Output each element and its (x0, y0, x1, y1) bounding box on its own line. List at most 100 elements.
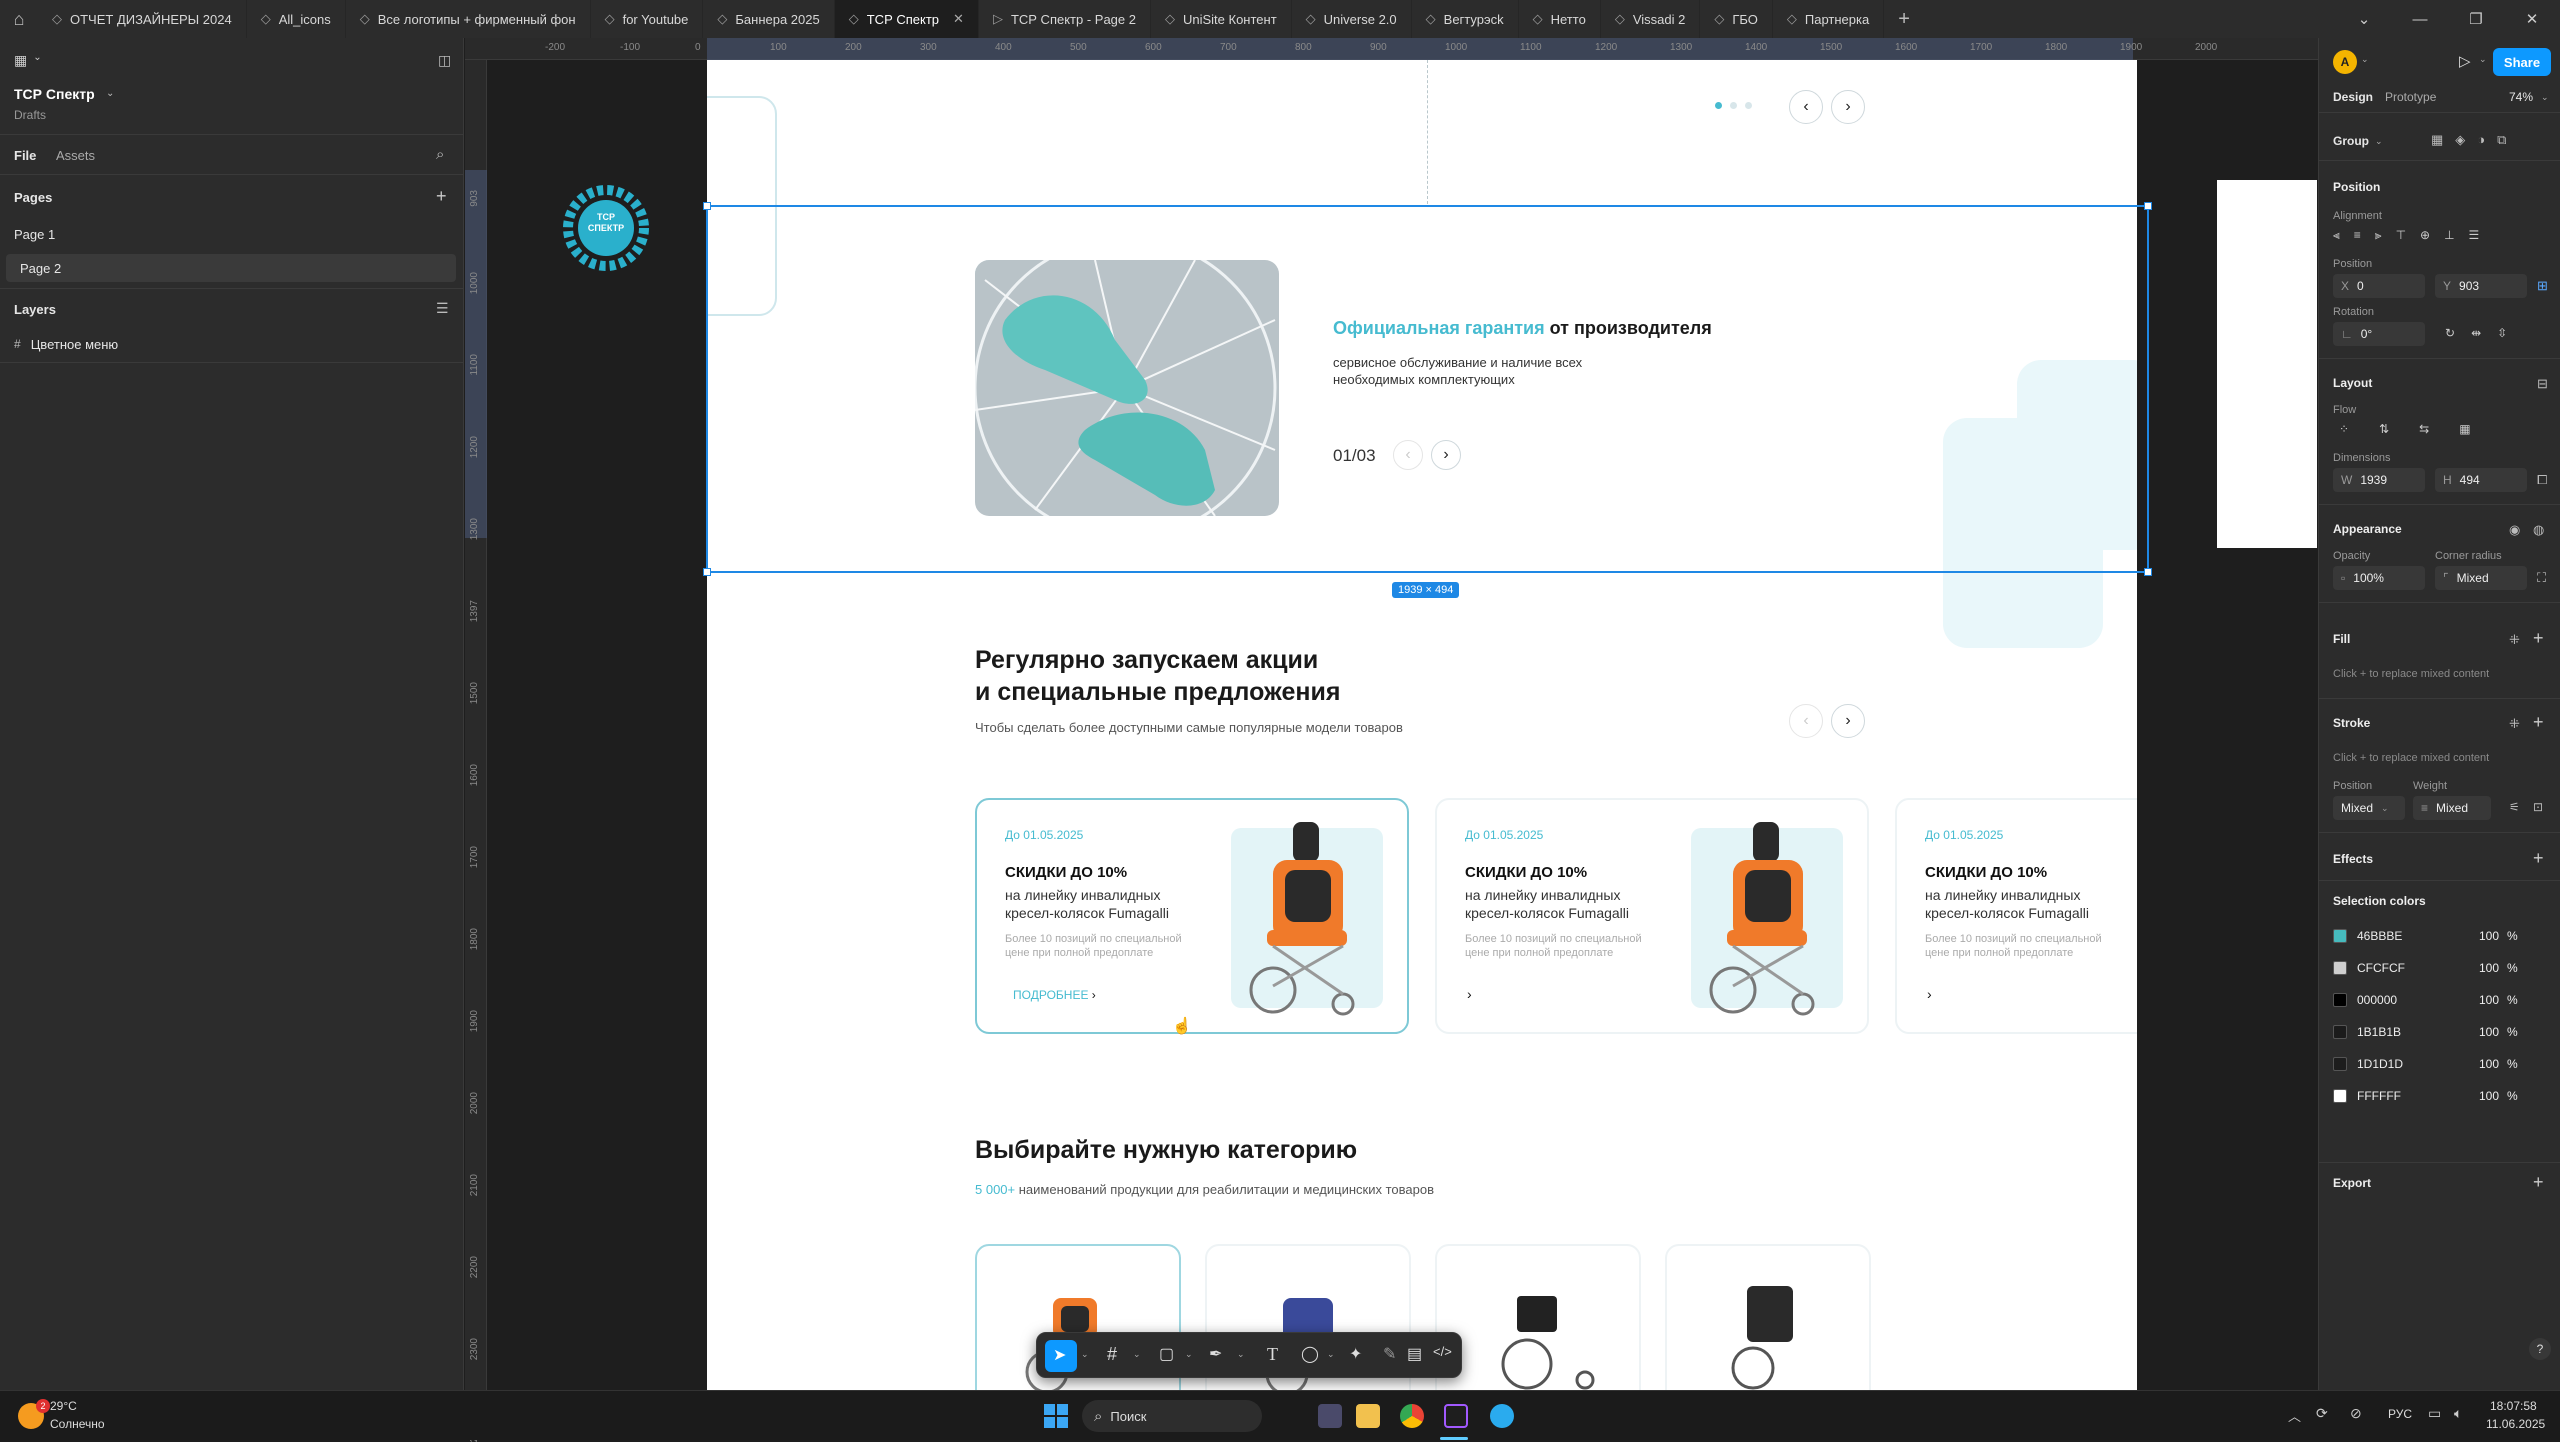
add-effect-plus-icon[interactable]: + (2533, 848, 2544, 869)
align-center-v-icon[interactable]: ⊕ (2420, 228, 2430, 243)
color-hex[interactable]: 46BBBE (2357, 929, 2402, 943)
taskbar-search[interactable]: ⌕ Поиск (1082, 1400, 1262, 1432)
project-location[interactable]: Drafts (14, 108, 46, 122)
tab-11[interactable]: ◇ Нетто (1519, 0, 1601, 38)
color-swatch[interactable] (2333, 1057, 2347, 1071)
color-swatch[interactable] (2333, 1089, 2347, 1103)
add-page-plus-icon[interactable]: + (436, 186, 447, 207)
move-tool-icon[interactable]: ➤ (1053, 1345, 1066, 1365)
color-swatch[interactable] (2333, 961, 2347, 975)
resize-handle[interactable] (2144, 202, 2152, 210)
clip-content-icon[interactable]: ⧠ (2537, 472, 2547, 488)
component-icon[interactable]: ◈ (2455, 132, 2465, 148)
tab-design[interactable]: Design (2333, 90, 2373, 104)
blend-mode-icon[interactable]: ◍ (2533, 522, 2544, 538)
monitor-icon[interactable]: ▭ (2428, 1405, 2441, 1422)
chevron-right-icon[interactable]: › (1467, 986, 1472, 1002)
tab-2[interactable]: ◇ All_icons (247, 0, 346, 38)
flip-horizontal-icon[interactable]: ⇹ (2471, 326, 2481, 340)
maximize-icon[interactable]: ❐ (2448, 0, 2504, 38)
tab-assets[interactable]: Assets (56, 148, 95, 163)
text-tool-icon[interactable]: T (1267, 1344, 1278, 1365)
color-hex[interactable]: 1D1D1D (2357, 1057, 2403, 1071)
tab-10[interactable]: ◇ Вегтурэсk (1412, 0, 1519, 38)
style-grid-icon[interactable]: ⁜ (2509, 632, 2520, 648)
color-hex[interactable]: 1B1B1B (2357, 1025, 2401, 1039)
y-position-field[interactable]: Y 903 (2435, 274, 2527, 298)
x-position-field[interactable]: X0 (2333, 274, 2425, 298)
tab-1[interactable]: ◇ ОТЧЕТ ДИЗАЙНЕРЫ 2024 (38, 0, 247, 38)
network-icon[interactable]: ⊘ (2350, 1405, 2362, 1422)
independent-corners-icon[interactable]: ⛶ (2537, 570, 2546, 586)
flow-horizontal-icon[interactable]: ⇆ (2419, 422, 2429, 436)
color-hex[interactable]: 000000 (2357, 993, 2397, 1007)
clock-time[interactable]: 18:07:58 (2490, 1399, 2537, 1413)
layer-item[interactable]: # Цветное меню (0, 330, 464, 358)
chevron-down-icon[interactable]: ⌄ (1185, 1349, 1193, 1360)
stroke-position-field[interactable]: Mixed ⌄ (2333, 796, 2405, 820)
color-hex[interactable]: FFFFFF (2357, 1089, 2401, 1103)
tab-4[interactable]: ◇ for Youtube (591, 0, 704, 38)
tab-6[interactable]: ◇ ТСР Спектр ✕ (834, 0, 979, 38)
add-stroke-plus-icon[interactable]: + (2533, 712, 2544, 733)
close-tab-icon[interactable]: ✕ (953, 11, 964, 27)
tab-12[interactable]: ◇ Vissadi 2 (1601, 0, 1701, 38)
comment-tool-icon[interactable]: ◯ (1301, 1344, 1319, 1364)
task-view-icon[interactable] (1318, 1404, 1342, 1428)
align-right-icon[interactable]: ⫸ (2375, 228, 2382, 243)
language-indicator[interactable]: РУС (2388, 1407, 2412, 1421)
file-explorer-icon[interactable] (1356, 1404, 1380, 1428)
rotate-icon[interactable]: ↻ (2445, 326, 2455, 340)
chevron-down-icon[interactable]: ⌄ (2375, 136, 2383, 147)
color-opacity[interactable]: 100 (2479, 929, 2499, 943)
chevron-down-icon[interactable]: ⌄ (2361, 54, 2369, 65)
flow-free-icon[interactable]: ⁘ (2339, 422, 2349, 436)
color-opacity[interactable]: 100 (2479, 961, 2499, 975)
draw-mode-icon[interactable]: ✎ (1383, 1344, 1396, 1364)
offscreen-frame[interactable] (2217, 180, 2317, 548)
telegram-icon[interactable] (1490, 1404, 1514, 1428)
sync-icon[interactable]: ⟳ (2316, 1405, 2328, 1422)
dev-mode-icon[interactable]: </> (1433, 1344, 1452, 1359)
search-icon[interactable]: ⌕ (436, 146, 444, 163)
chevron-down-icon[interactable]: ⌄ (2479, 54, 2487, 65)
color-hex[interactable]: CFCFCF (2357, 961, 2405, 975)
align-bottom-icon[interactable]: ⊥ (2444, 228, 2454, 243)
height-field[interactable]: H 494 (2435, 468, 2527, 492)
color-opacity[interactable]: 100 (2479, 1025, 2499, 1039)
align-top-icon[interactable]: ⊤ (2396, 228, 2406, 243)
promo-card[interactable]: До 01.05.2025 СКИДКИ ДО 10% на линейку и… (1895, 798, 2137, 1034)
style-grid-icon[interactable]: ⁜ (2509, 716, 2520, 732)
color-swatch[interactable] (2333, 1025, 2347, 1039)
constraints-icon[interactable]: ⊞ (2537, 278, 2548, 294)
minimize-icon[interactable]: — (2392, 0, 2448, 38)
close-icon[interactable]: ✕ (2504, 0, 2560, 38)
corner-radius-field[interactable]: ⌜ Mixed (2435, 566, 2527, 590)
chrome-icon[interactable] (1400, 1404, 1424, 1428)
page-item-selected[interactable]: Page 2 (6, 254, 456, 282)
resize-handle[interactable] (2144, 568, 2152, 576)
ai-sparkle-icon[interactable]: ✦ (1349, 1344, 1362, 1364)
chevron-down-icon[interactable]: ⌄ (1081, 1349, 1089, 1360)
chevron-down-icon[interactable]: ⌄ (2541, 92, 2549, 103)
color-opacity[interactable]: 100 (2479, 1089, 2499, 1103)
color-swatch[interactable] (2333, 929, 2347, 943)
project-title[interactable]: ТСР Спектр (14, 86, 95, 102)
align-center-h-icon[interactable]: ≡ (2354, 228, 2361, 243)
next-arrow-button[interactable]: › (1831, 704, 1865, 738)
chevron-down-icon[interactable]: ⌄ (1133, 1349, 1141, 1360)
avatar[interactable]: A (2333, 50, 2357, 74)
canvas[interactable]: ТСР СПЕКТР ‹ › Официальная гарантия от п… (488, 60, 2318, 1390)
chevron-up-icon[interactable]: ︿ (2288, 1406, 2301, 1425)
pen-tool-icon[interactable]: ✒ (1209, 1344, 1222, 1364)
boolean-icon[interactable]: ⧉ (2497, 132, 2506, 148)
promo-card[interactable]: До 01.05.2025 СКИДКИ ДО 10% на линейку и… (975, 798, 1409, 1034)
flow-vertical-icon[interactable]: ⇅ (2379, 422, 2389, 436)
tab-file[interactable]: File (14, 148, 36, 163)
windows-start-icon[interactable] (1044, 1404, 1068, 1428)
chevron-down-icon[interactable]: ⌄ (1237, 1349, 1245, 1360)
figma-icon[interactable] (1444, 1404, 1468, 1428)
share-button[interactable]: Share (2493, 48, 2551, 76)
stroke-sides-icon[interactable]: ⊡ (2533, 800, 2543, 814)
home-icon[interactable]: ⌂ (0, 0, 38, 38)
